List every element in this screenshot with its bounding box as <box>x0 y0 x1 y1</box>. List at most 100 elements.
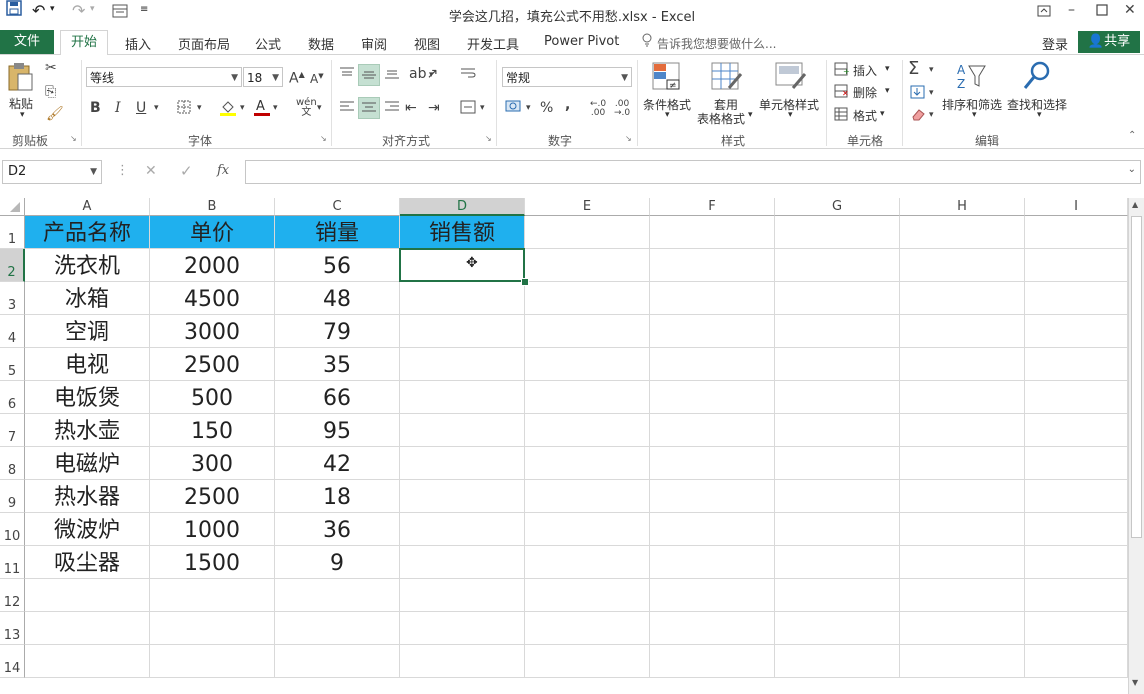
cell-f3[interactable] <box>650 282 775 315</box>
alignment-launcher-icon[interactable]: ↘ <box>485 134 492 143</box>
cell-e7[interactable] <box>525 414 650 447</box>
cell-d1[interactable]: 销售额 <box>400 216 525 249</box>
font-launcher-icon[interactable]: ↘ <box>320 134 327 143</box>
row-header-4[interactable]: 4 <box>0 315 25 348</box>
fill-icon[interactable] <box>910 85 926 103</box>
row-header-6[interactable]: 6 <box>0 381 25 414</box>
cell-f10[interactable] <box>650 513 775 546</box>
find-select-icon[interactable] <box>1022 60 1052 96</box>
sort-filter-icon[interactable]: AZ <box>955 62 989 96</box>
cell-a10[interactable]: 微波炉 <box>25 513 150 546</box>
tab-home[interactable]: 开始 <box>60 30 108 55</box>
conditional-dropdown-icon[interactable]: ▾ <box>665 110 670 120</box>
cell-e13[interactable] <box>525 612 650 645</box>
increase-font-icon[interactable]: A▲ <box>289 70 305 87</box>
cell-h2[interactable] <box>900 249 1025 282</box>
cell-d6[interactable] <box>400 381 525 414</box>
format-cells-icon[interactable] <box>834 107 850 125</box>
paste-dropdown-icon[interactable]: ▾ <box>20 110 25 120</box>
cell-c14[interactable] <box>275 645 400 678</box>
cell-c3[interactable]: 48 <box>275 282 400 315</box>
merge-center-icon[interactable] <box>460 100 476 118</box>
cell-b7[interactable]: 150 <box>150 414 275 447</box>
cell-c12[interactable] <box>275 579 400 612</box>
cell-a7[interactable]: 热水壶 <box>25 414 150 447</box>
cell-h10[interactable] <box>900 513 1025 546</box>
fill-color-icon[interactable] <box>219 98 237 120</box>
cell-styles-dropdown-icon[interactable]: ▾ <box>788 110 793 120</box>
cell-c1[interactable]: 销量 <box>275 216 400 249</box>
row-header-3[interactable]: 3 <box>0 282 25 315</box>
confirm-entry-icon[interactable]: ✓ <box>180 162 193 180</box>
underline-dropdown-icon[interactable]: ▾ <box>154 103 159 113</box>
cell-c10[interactable]: 36 <box>275 513 400 546</box>
cell-g7[interactable] <box>775 414 900 447</box>
cell-d3[interactable] <box>400 282 525 315</box>
increase-decimal-icon[interactable]: ←.0.00 <box>590 100 606 118</box>
paste-icon[interactable] <box>6 62 34 96</box>
cell-g5[interactable] <box>775 348 900 381</box>
clipboard-launcher-icon[interactable]: ↘ <box>70 134 77 143</box>
row-header-10[interactable]: 10 <box>0 513 25 546</box>
cell-d14[interactable] <box>400 645 525 678</box>
cell-g13[interactable] <box>775 612 900 645</box>
cell-f8[interactable] <box>650 447 775 480</box>
cell-b12[interactable] <box>150 579 275 612</box>
cell-e6[interactable] <box>525 381 650 414</box>
accounting-dropdown-icon[interactable]: ▾ <box>526 103 531 113</box>
font-color-icon[interactable]: A <box>253 97 271 121</box>
cell-h7[interactable] <box>900 414 1025 447</box>
cell-a8[interactable]: 电磁炉 <box>25 447 150 480</box>
cell-g3[interactable] <box>775 282 900 315</box>
align-left-icon[interactable] <box>339 100 355 118</box>
format-cells-button[interactable]: 格式 <box>853 107 877 124</box>
decrease-decimal-icon[interactable]: .00 →.0 <box>614 100 630 118</box>
select-all-button[interactable] <box>0 198 25 216</box>
font-name-combo[interactable]: 等线 ▼ <box>86 67 242 87</box>
wrap-text-icon[interactable] <box>460 66 476 84</box>
cell-f9[interactable] <box>650 480 775 513</box>
ribbon-display-icon[interactable] <box>1037 4 1051 22</box>
cell-c13[interactable] <box>275 612 400 645</box>
cell-b10[interactable]: 1000 <box>150 513 275 546</box>
insert-function-button[interactable]: fx <box>217 163 229 178</box>
decrease-font-icon[interactable]: A▼ <box>310 72 324 86</box>
minimize-icon[interactable]: – <box>1068 2 1075 18</box>
tab-data[interactable]: 数据 <box>308 34 334 53</box>
tab-file[interactable]: 文件 <box>0 30 54 54</box>
cell-h9[interactable] <box>900 480 1025 513</box>
cell-i1[interactable] <box>1025 216 1128 249</box>
autosum-dropdown-icon[interactable]: ▾ <box>929 65 934 75</box>
cell-h8[interactable] <box>900 447 1025 480</box>
cell-i3[interactable] <box>1025 282 1128 315</box>
cell-f2[interactable] <box>650 249 775 282</box>
format-dropdown-icon[interactable]: ▾ <box>880 109 885 119</box>
cell-a13[interactable] <box>25 612 150 645</box>
cell-d10[interactable] <box>400 513 525 546</box>
cell-e12[interactable] <box>525 579 650 612</box>
align-top-icon[interactable] <box>339 66 355 84</box>
cell-e11[interactable] <box>525 546 650 579</box>
cell-a2[interactable]: 洗衣机 <box>25 249 150 282</box>
cell-b4[interactable]: 3000 <box>150 315 275 348</box>
delete-dropdown-icon[interactable]: ▾ <box>885 86 890 96</box>
row-header-12[interactable]: 12 <box>0 579 25 612</box>
row-header-14[interactable]: 14 <box>0 645 25 678</box>
cell-e14[interactable] <box>525 645 650 678</box>
row-header-7[interactable]: 7 <box>0 414 25 447</box>
cell-d9[interactable] <box>400 480 525 513</box>
align-bottom-icon[interactable] <box>384 66 400 84</box>
cell-g6[interactable] <box>775 381 900 414</box>
format-table-dropdown-icon[interactable]: ▾ <box>748 110 753 120</box>
cell-a9[interactable]: 热水器 <box>25 480 150 513</box>
vertical-scrollbar[interactable]: ▲ ▼ <box>1128 198 1144 694</box>
cell-i6[interactable] <box>1025 381 1128 414</box>
row-header-8[interactable]: 8 <box>0 447 25 480</box>
column-header-f[interactable]: F <box>650 198 775 216</box>
fill-color-dropdown-icon[interactable]: ▾ <box>240 103 245 113</box>
tab-page-layout[interactable]: 页面布局 <box>178 34 230 53</box>
column-header-i[interactable]: I <box>1025 198 1128 216</box>
fill-dropdown-icon[interactable]: ▾ <box>929 88 934 98</box>
align-center-icon[interactable] <box>358 97 380 119</box>
insert-cells-icon[interactable]: + <box>834 62 850 80</box>
